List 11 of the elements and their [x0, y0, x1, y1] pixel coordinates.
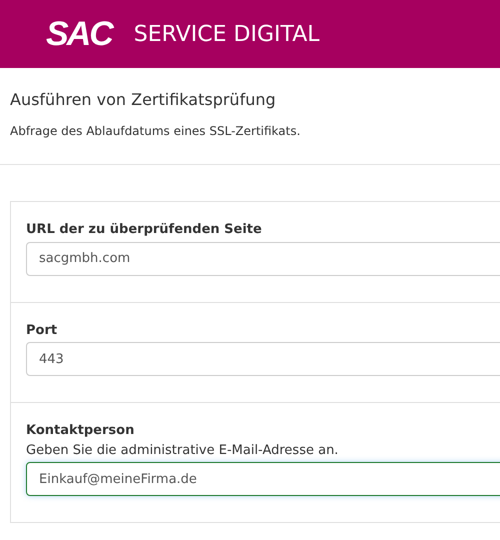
- logo: SAC: [46, 14, 112, 54]
- field-label: Port: [26, 322, 58, 340]
- field-description: Geben Sie die administrative E-Mail-Adresse an.: [26, 442, 340, 460]
- page-subtitle: Abfrage des Ablaufdatums eines SSL-Zertifikats.: [10, 123, 302, 140]
- input-field[interactable]: 443: [26, 342, 500, 376]
- input-field[interactable]: Einkauf@meineFirma.de: [26, 462, 500, 496]
- field-label: Kontaktperson: [26, 422, 136, 440]
- input-field[interactable]: sacgmbh.com: [26, 242, 500, 276]
- field-label: URL der zu überprüfenden Seite: [26, 221, 263, 239]
- header-title: SERVICE DIGITAL: [134, 20, 320, 48]
- page-title: Ausführen von Zertifikatsprüfung: [10, 89, 277, 111]
